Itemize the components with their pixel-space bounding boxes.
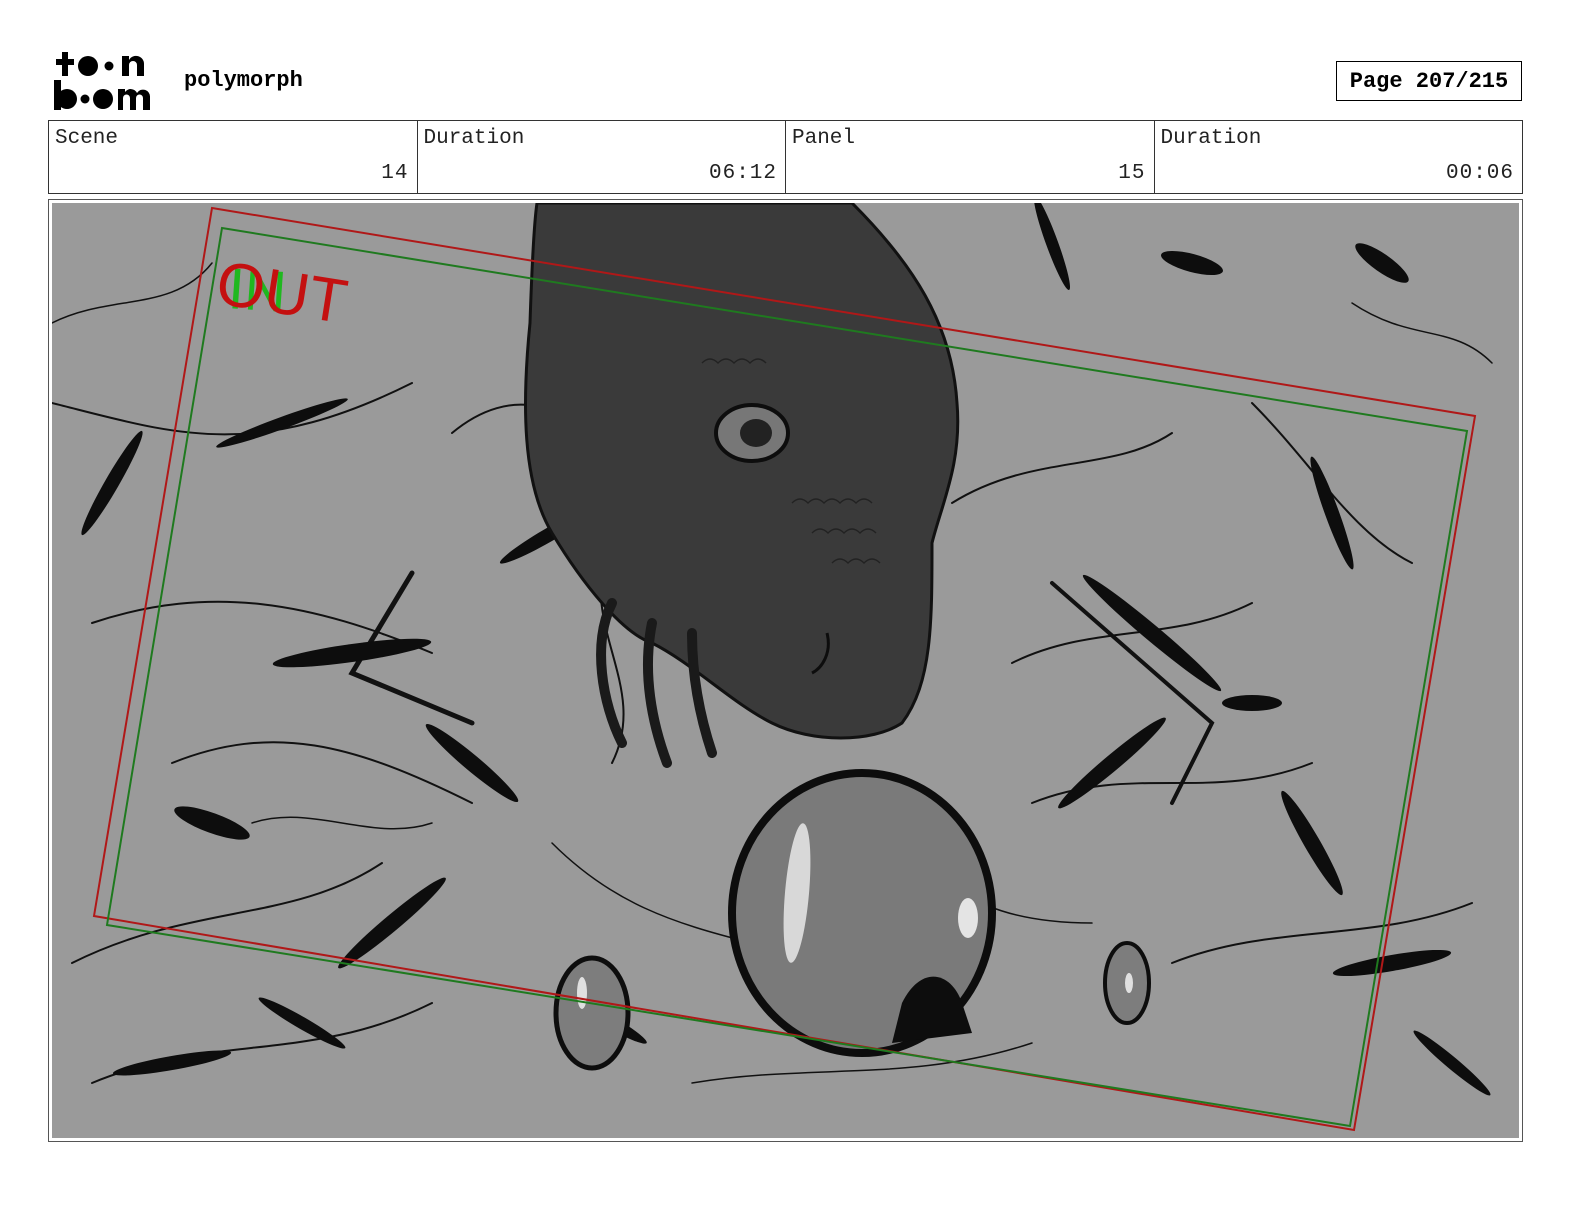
panel-duration-cell: Duration 00:06	[1155, 121, 1523, 193]
project-title: polymorph	[184, 68, 303, 93]
scene-duration-value: 06:12	[708, 162, 777, 185]
panel-label: Panel	[792, 127, 856, 150]
panel-cell: Panel 15	[786, 121, 1155, 193]
scene-duration-cell: Duration 06:12	[418, 121, 786, 193]
storyboard-sketch: IN OUT	[52, 203, 1519, 1138]
small-egg-left	[553, 955, 631, 1071]
toonboom-logo	[54, 52, 151, 110]
scene-label: Scene	[55, 127, 119, 150]
scene-value: 14	[381, 162, 409, 185]
small-egg-right	[1103, 941, 1151, 1025]
page-indicator: Page 207/215	[1336, 61, 1522, 101]
panel-value: 15	[1118, 162, 1146, 185]
scene-cell: Scene 14	[49, 121, 418, 193]
large-egg	[728, 769, 996, 1057]
panel-info-table: Scene 14 Duration 06:12 Panel 15 Duratio…	[48, 120, 1523, 194]
scene-duration-label: Duration	[423, 127, 525, 150]
panel-duration-value: 00:06	[1445, 162, 1514, 185]
panel-duration-label: Duration	[1160, 127, 1262, 150]
storyboard-panel-image: IN OUT	[52, 203, 1519, 1138]
